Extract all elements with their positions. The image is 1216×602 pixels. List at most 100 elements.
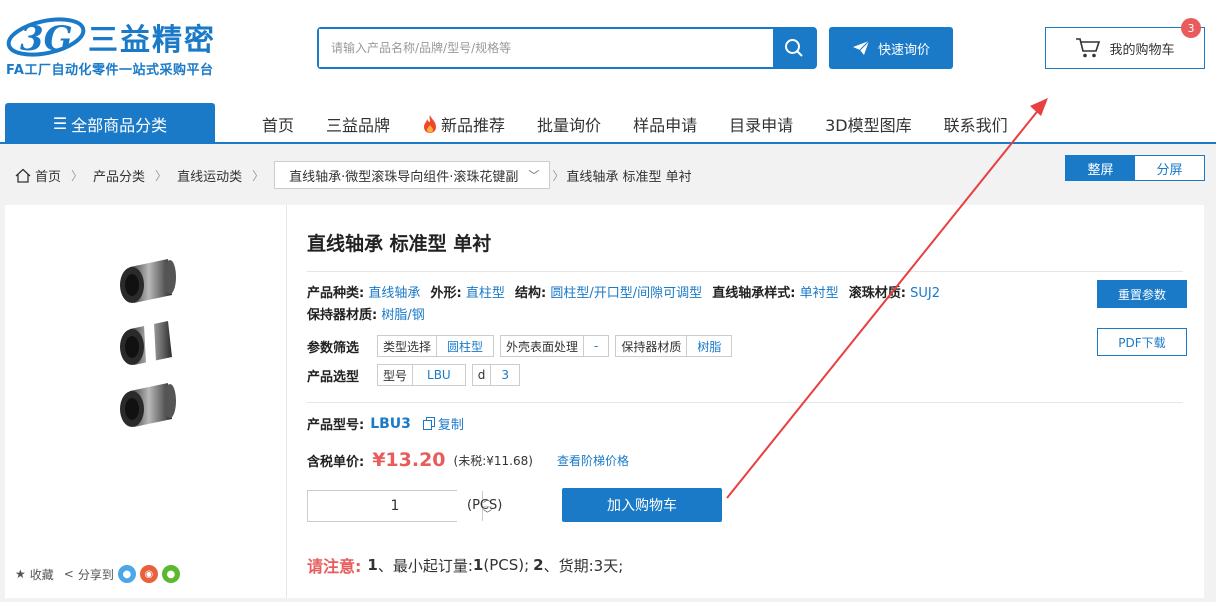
nav-item-bulk-inquiry[interactable]: 批量询价 [521, 112, 617, 136]
nav-item-label: 三益品牌 [326, 115, 391, 135]
search-bar [317, 27, 817, 69]
site-header: 3G 三益精密 FA工厂自动化零件一站式采购平台 快速询价 我的购物车 3 [0, 0, 1216, 144]
notice-text: 、货期:3天; [543, 556, 624, 575]
chip-key: 外壳表面处理 [501, 336, 585, 356]
menu-icon: ☰ [52, 114, 68, 133]
spec-value[interactable]: 直线轴承 [368, 286, 420, 301]
brand-name: 三益精密 [88, 23, 216, 58]
model-label: 产品型号: [307, 418, 365, 433]
chip-key: 保持器材质 [616, 336, 688, 356]
breadcrumb-home[interactable]: 首页 [15, 166, 61, 185]
quick-inquiry-button[interactable]: 快速询价 [829, 27, 953, 69]
cart-button[interactable]: 我的购物车 3 [1045, 18, 1205, 69]
spec-label: 结构: [515, 286, 547, 301]
split-screen-toggle[interactable]: 分屏 [1135, 156, 1204, 180]
full-screen-toggle[interactable]: 整屏 [1066, 156, 1135, 180]
nav-item-catalog[interactable]: 目录申请 [713, 112, 809, 136]
product-select-row: 产品选型 型号 LBU d3 [307, 364, 526, 386]
all-categories-button[interactable]: ☰ 全部商品分类 [5, 103, 215, 144]
chevron-right-icon: 〉 [71, 168, 84, 183]
product-price: 含税单价: ¥13.20 (未税:¥11.68) 查看阶梯价格 [307, 449, 629, 471]
breadcrumb: 首页 〉 产品分类 〉 直线运动类 〉 直线轴承·微型滚珠导向组件·滚珠花键副 … [5, 155, 1204, 195]
quantity-stepper: ︿ ﹀ [307, 490, 493, 522]
chip-value: LBU [427, 368, 451, 382]
nav-item-label: 3D模型图库 [825, 115, 912, 135]
product-specs: 产品种类: 直线轴承 外形: 直柱型 结构: 圆柱型/开口型/间隙可调型 直线轴… [307, 283, 1087, 327]
logo-mark: 3G [6, 14, 86, 60]
nav-item-3d-models[interactable]: 3D模型图库 [809, 112, 928, 136]
shopping-cart-icon [1076, 38, 1101, 58]
nav-item-contact[interactable]: 联系我们 [928, 112, 1024, 136]
product-details: 直线轴承 标准型 单衬 产品种类: 直线轴承 外形: 直柱型 结构: 圆柱型/开… [307, 205, 1187, 598]
breadcrumb-level3-dropdown[interactable]: 直线轴承·微型滚珠导向组件·滚珠花键副 ﹀ [274, 161, 551, 189]
product-gallery: ★ 收藏 < 分享到 ● ◉ ● [5, 205, 287, 598]
filter-chip-type[interactable]: 类型选择 圆柱型 [377, 335, 495, 357]
breadcrumb-label: 直线轴承·微型滚珠导向组件·滚珠花键副 [289, 169, 519, 185]
select-chip-d[interactable]: d3 [471, 364, 520, 386]
select-chip-model[interactable]: 型号 LBU [377, 364, 466, 386]
share-icon: < [63, 567, 74, 581]
all-categories-label: 全部商品分类 [71, 115, 168, 135]
nav-item-brand[interactable]: 三益品牌 [310, 112, 406, 136]
pdf-download-button[interactable]: PDF下载 [1097, 328, 1187, 356]
chevron-right-icon: 〉 [552, 168, 565, 183]
favorite-link[interactable]: 收藏 [30, 566, 54, 583]
quantity-input[interactable] [308, 491, 482, 521]
quick-inquiry-label: 快速询价 [877, 42, 930, 58]
spec-value[interactable]: SUJ2 [910, 286, 940, 301]
product-select-label: 产品选型 [307, 369, 360, 385]
share-to-label: 分享到 [77, 567, 114, 582]
add-to-cart-button[interactable]: 加入购物车 [562, 488, 722, 522]
spec-value[interactable]: 树脂/钢 [381, 308, 424, 323]
weibo-share-icon[interactable]: ◉ [139, 565, 158, 583]
quantity-unit: (PCS) [467, 498, 503, 513]
cart-label: 我的购物车 [1109, 42, 1175, 58]
search-button[interactable] [773, 29, 815, 67]
reset-params-button[interactable]: 重置参数 [1097, 280, 1187, 308]
nav-item-label: 联系我们 [943, 115, 1008, 135]
chip-key: 型号 [378, 365, 414, 385]
search-icon [785, 39, 803, 57]
spec-label: 直线轴承样式: [712, 286, 796, 301]
share-bar: ★ 收藏 < 分享到 ● ◉ ● [15, 565, 180, 583]
tier-price-link[interactable]: 查看阶梯价格 [557, 452, 629, 469]
filter-chip-retainer[interactable]: 保持器材质 树脂 [615, 335, 733, 357]
chevron-down-icon: ﹀ [528, 169, 540, 182]
site-tagline: FA工厂自动化零件一站式采购平台 [6, 63, 214, 78]
search-input[interactable] [319, 29, 773, 67]
breadcrumb-level2[interactable]: 直线运动类 [177, 166, 242, 185]
paper-plane-icon [852, 40, 870, 55]
site-logo[interactable]: 3G 三益精密 [6, 14, 216, 60]
nav-item-label: 新品推荐 [441, 115, 506, 135]
model-value: LBU3 [370, 415, 411, 432]
price-value: ¥13.20 [372, 449, 446, 471]
spec-label: 保持器材质: [307, 308, 378, 323]
notice-number: 1 [367, 556, 378, 574]
spec-label: 滚珠材质: [848, 286, 906, 301]
star-icon: ★ [15, 567, 26, 581]
fire-icon [424, 114, 437, 133]
spec-value[interactable]: 单衬型 [800, 286, 839, 301]
copy-button[interactable]: 复制 [422, 414, 464, 433]
filter-chip-surface[interactable]: 外壳表面处理 - [500, 335, 610, 357]
product-image[interactable] [110, 255, 190, 435]
chip-key: 类型选择 [378, 336, 438, 356]
param-filter-row: 参数筛选 类型选择 圆柱型 外壳表面处理 - 保持器材质 树脂 [307, 335, 738, 357]
home-icon [15, 168, 31, 183]
nav-item-home[interactable]: 首页 [246, 112, 310, 136]
view-toggle: 整屏 分屏 [1065, 155, 1205, 181]
price-notax: (未税:¥11.68) [453, 453, 533, 468]
notice-label: 请注意: [307, 557, 362, 576]
breadcrumb-level1[interactable]: 产品分类 [93, 166, 145, 185]
wechat-share-icon[interactable]: ● [161, 565, 180, 583]
product-panel: ★ 收藏 < 分享到 ● ◉ ● 直线轴承 标准型 单衬 产品种类: 直线轴承 … [5, 205, 1204, 598]
spec-value[interactable]: 直柱型 [466, 286, 505, 301]
spec-label: 外形: [430, 286, 462, 301]
product-model: 产品型号: LBU3 复制 [307, 414, 464, 434]
nav-item-sample[interactable]: 样品申请 [617, 112, 713, 136]
qq-share-icon[interactable]: ● [117, 565, 136, 583]
main-nav: ☰ 全部商品分类 首页 三益品牌 新品推荐 批量询价 样品申请 目录申请 3D模… [0, 103, 1216, 144]
price-label: 含税单价: [307, 454, 365, 470]
spec-value[interactable]: 圆柱型/开口型/间隙可调型 [550, 286, 702, 301]
nav-item-new[interactable]: 新品推荐 [406, 112, 521, 136]
